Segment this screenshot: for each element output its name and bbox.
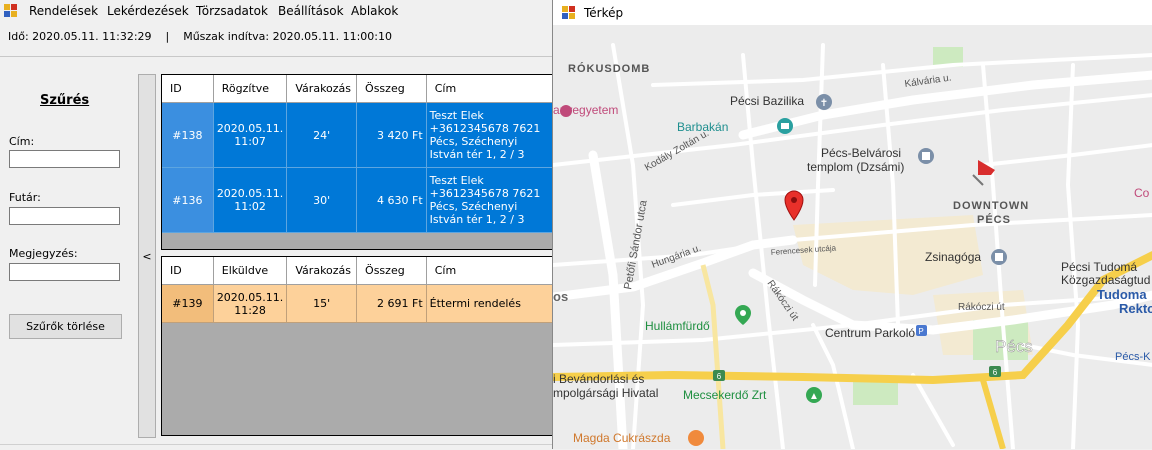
cell-amount: 4 630 Ft	[357, 168, 427, 233]
menu-bar: Rendelések Lekérdezések Törzsadatok Beál…	[0, 0, 552, 22]
table-row[interactable]: #138 2020.05.11. 11:07 24' 3 420 Ft Tesz…	[162, 103, 552, 168]
road-shield: 6	[717, 372, 722, 381]
table-row[interactable]: #139 2020.05.11. 11:28 15' 2 691 Ft Étte…	[162, 285, 552, 323]
menu-beallitasok[interactable]: Beállítások	[278, 4, 344, 18]
grid-header: ID Rögzítve Várakozás Összeg Cím	[162, 75, 552, 103]
cell-time: 2020.05.11. 11:07	[213, 103, 288, 168]
street-label: Rákóczi út	[958, 302, 1005, 313]
column-header-wait[interactable]: Várakozás	[287, 257, 358, 285]
grid-header: ID Elküldve Várakozás Összeg Cím	[162, 257, 552, 285]
church-icon[interactable]	[918, 148, 934, 164]
note-label: Megjegyzés:	[9, 247, 78, 260]
poi-label: Centrum Parkoló	[825, 326, 915, 340]
poi-label: Rekto	[1119, 301, 1152, 316]
road-shield: 6	[993, 368, 998, 377]
poi-label: Hullámfürdő	[645, 319, 710, 333]
app-icon	[562, 6, 575, 19]
sent-orders-grid: ID Elküldve Várakozás Összeg Cím #139 20…	[161, 256, 553, 436]
poi-label: Közgazdaságtud	[1061, 273, 1150, 287]
column-header-address[interactable]: Cím	[426, 75, 552, 103]
courier-filter-input[interactable]	[9, 207, 120, 225]
svg-text:▲: ▲	[809, 391, 819, 402]
status-line: Idő: 2020.05.11. 11:32:29 | Műszak indít…	[8, 30, 393, 43]
poi-label: Co	[1134, 186, 1150, 200]
city-label: Pécs	[995, 337, 1033, 356]
poi-label: templom (Dzsámi)	[807, 160, 904, 174]
poi-label: Pécs-K	[1115, 351, 1151, 363]
cell-time: 2020.05.11. 11:28	[213, 285, 288, 323]
tree-icon[interactable]: ▲	[806, 387, 822, 403]
column-header-id[interactable]: ID	[162, 75, 214, 103]
cell-amount: 2 691 Ft	[357, 285, 427, 323]
cell-address: Teszt Elek +3612345678 7621 Pécs, Széche…	[426, 103, 552, 168]
note-filter-input[interactable]	[9, 263, 120, 281]
clear-filters-button[interactable]: Szűrők törlése	[9, 314, 122, 339]
svg-text:P: P	[918, 327, 923, 336]
column-header-amount[interactable]: Összeg	[357, 257, 427, 285]
cell-wait: 24'	[287, 103, 358, 168]
cell-id: #139	[162, 285, 214, 323]
parking-icon[interactable]: P	[916, 325, 927, 336]
cell-time: 2020.05.11. 11:02	[213, 168, 288, 233]
menu-torzsadatok[interactable]: Törzsadatok	[196, 4, 268, 18]
cell-wait: 15'	[287, 285, 358, 323]
synagogue-icon[interactable]	[991, 249, 1007, 265]
district-label: RÓKUSDOMB	[568, 62, 650, 75]
address-label: Cím:	[9, 135, 35, 148]
map-window: Térkép 6 6 ✝ ▲ P RÓKUSDOMB DOWNTOWN PÉCS…	[552, 0, 1152, 449]
poi-label: Zsinagóga	[925, 250, 981, 264]
column-header-recorded[interactable]: Rögzítve	[213, 75, 288, 103]
cell-amount: 3 420 Ft	[357, 103, 427, 168]
column-header-id[interactable]: ID	[162, 257, 214, 285]
column-header-address[interactable]: Cím	[426, 257, 552, 285]
map-title-bar: Térkép	[553, 0, 1152, 25]
cell-id: #138	[162, 103, 214, 168]
poi-label: Tudoma	[1097, 287, 1147, 302]
poi-label: Mecsekerdő Zrt	[683, 388, 767, 402]
district-label: os	[553, 289, 568, 304]
camera-icon[interactable]	[777, 118, 793, 134]
cell-id: #136	[162, 168, 214, 233]
cell-wait: 30'	[287, 168, 358, 233]
courier-label: Futár:	[9, 191, 41, 204]
district-label: PÉCS	[977, 213, 1011, 226]
bazilika-icon[interactable]: ✝	[816, 94, 832, 110]
divider	[0, 444, 552, 450]
menu-rendelesek[interactable]: Rendelések	[29, 4, 98, 18]
menu-ablakok[interactable]: Ablakok	[351, 4, 398, 18]
cell-address: Éttermi rendelés	[426, 285, 552, 323]
poi-label: Pécsi Bazilika	[730, 94, 804, 108]
poi-label: Magda Cukrászda	[573, 431, 671, 445]
poi-label: anyegyetem	[553, 103, 618, 117]
app-icon	[4, 4, 17, 17]
poi-label: mpolgársági Hivatal	[553, 386, 658, 400]
cafe-icon[interactable]	[688, 430, 704, 446]
filter-title: Szűrés	[40, 93, 90, 108]
poi-label: Pécsi Tudomá	[1061, 260, 1137, 274]
filter-panel: Szűrés Cím: Futár: Megjegyzés: Szűrők tö…	[0, 57, 136, 445]
open-orders-grid: ID Rögzítve Várakozás Összeg Cím #138 20…	[161, 74, 553, 250]
district-label: DOWNTOWN	[953, 200, 1029, 212]
column-header-wait[interactable]: Várakozás	[287, 75, 358, 103]
table-row[interactable]: #136 2020.05.11. 11:02 30' 4 630 Ft Tesz…	[162, 168, 552, 233]
column-header-amount[interactable]: Összeg	[357, 75, 427, 103]
menu-lekerdezesek[interactable]: Lekérdezések	[107, 4, 189, 18]
map-view[interactable]: 6 6 ✝ ▲ P RÓKUSDOMB DOWNTOWN PÉCS Pécsi …	[553, 25, 1152, 449]
cell-address: Teszt Elek +3612345678 7621 Pécs, Széche…	[426, 168, 552, 233]
poi-label: i Bevándorlási és	[553, 372, 644, 386]
collapse-panel-button[interactable]: <	[138, 74, 156, 438]
address-filter-input[interactable]	[9, 150, 120, 168]
poi-label: Pécs-Belvárosi	[821, 146, 901, 160]
map-title: Térkép	[584, 6, 624, 20]
column-header-sent[interactable]: Elküldve	[213, 257, 288, 285]
svg-text:✝: ✝	[820, 98, 828, 109]
